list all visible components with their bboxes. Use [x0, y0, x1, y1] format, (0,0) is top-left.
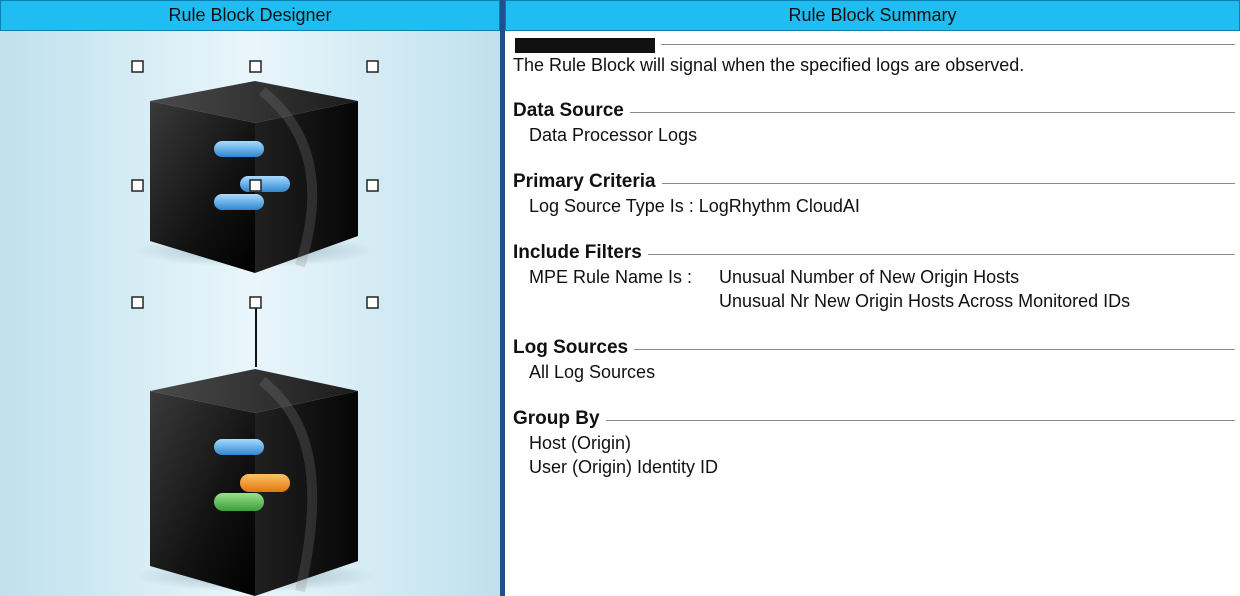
- section-item: All Log Sources: [529, 362, 656, 382]
- divider-line: [605, 419, 1235, 421]
- rule-description: The Rule Block will signal when the spec…: [513, 55, 1025, 75]
- designer-canvas[interactable]: [0, 31, 500, 596]
- section-data-source: Data Source Data Processor Logs: [513, 99, 1235, 147]
- section-group-by: Group By Host (Origin) User (Origin) Ide…: [513, 407, 1235, 479]
- filter-label: MPE Rule Name Is :: [529, 267, 693, 287]
- resize-handle[interactable]: [131, 179, 144, 192]
- divider-line: [634, 348, 1235, 350]
- filter-value: Unusual Nr New Origin Hosts Across Monit…: [719, 291, 1131, 311]
- resize-handle[interactable]: [131, 296, 144, 309]
- resize-handle[interactable]: [366, 179, 379, 192]
- section-title: Include Filters: [513, 242, 642, 263]
- section-include-filters: Include Filters MPE Rule Name Is : Unusu…: [513, 241, 1235, 313]
- rule-block-window: Rule Block Designer Rule Block Summary T…: [0, 0, 1240, 596]
- divider-line: [661, 182, 1235, 184]
- section-item: User (Origin) Identity ID: [529, 457, 719, 477]
- section-primary-criteria: Primary Criteria Log Source Type Is : Lo…: [513, 170, 1235, 218]
- redacted-rule-name: [515, 38, 655, 53]
- divider-line: [661, 44, 1235, 45]
- rule-block-designer-pane: Rule Block Designer: [0, 0, 502, 596]
- designer-header: Rule Block Designer: [0, 0, 500, 31]
- resize-handle[interactable]: [249, 60, 262, 73]
- section-title: Log Sources: [513, 337, 629, 358]
- resize-handle[interactable]: [366, 60, 379, 73]
- summary-content: The Rule Block will signal when the spec…: [513, 34, 1235, 479]
- section-item: Host (Origin): [529, 433, 632, 453]
- section-item: Log Source Type Is : LogRhythm CloudAI: [529, 196, 860, 216]
- resize-handle[interactable]: [131, 60, 144, 73]
- summary-header: Rule Block Summary: [505, 0, 1240, 31]
- section-log-sources: Log Sources All Log Sources: [513, 336, 1235, 384]
- section-title: Primary Criteria: [513, 171, 656, 192]
- rule-block-summary-pane: Rule Block Summary The Rule Block will s…: [502, 0, 1240, 596]
- section-title: Group By: [513, 408, 600, 429]
- filter-row: MPE Rule Name Is : Unusual Number of New…: [513, 265, 1235, 313]
- divider-line: [629, 111, 1235, 113]
- divider-line: [647, 253, 1235, 255]
- designer-diagram: [131, 60, 379, 596]
- rule-block-cube-2[interactable]: [135, 369, 375, 596]
- section-title: Data Source: [513, 100, 624, 121]
- rule-block-cube-1[interactable]: [135, 81, 375, 273]
- resize-handle[interactable]: [249, 296, 262, 309]
- resize-handle[interactable]: [366, 296, 379, 309]
- rule-name-row: [513, 34, 1235, 54]
- resize-handle[interactable]: [249, 179, 262, 192]
- section-item: Data Processor Logs: [529, 125, 698, 145]
- filter-value: Unusual Number of New Origin Hosts: [719, 267, 1020, 287]
- filter-values: Unusual Number of New Origin Hosts Unusu…: [719, 265, 1130, 313]
